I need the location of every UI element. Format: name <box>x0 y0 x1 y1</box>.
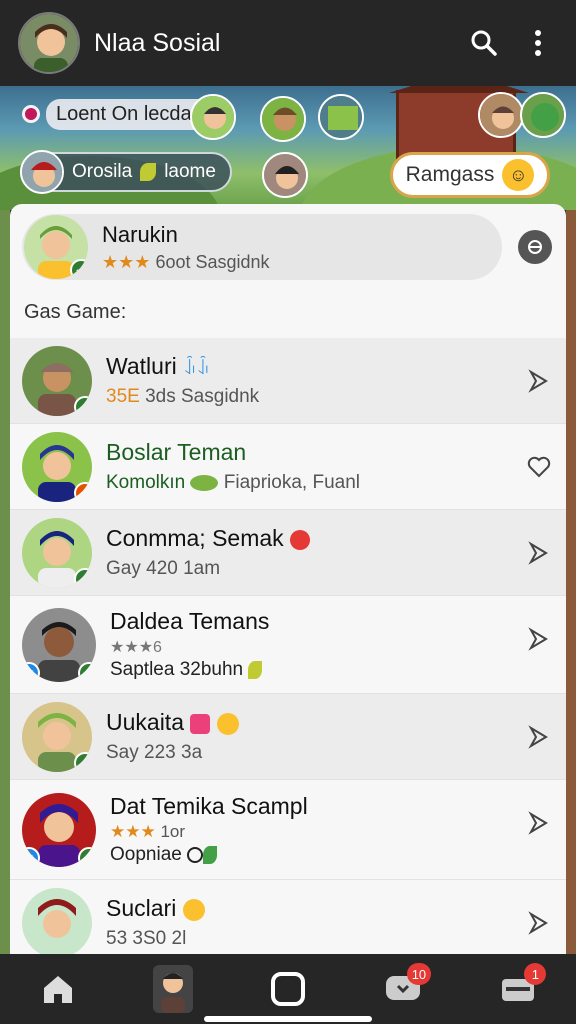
friend-tag: ꀭꀭ <box>183 359 210 378</box>
smile-icon: ☺ <box>502 159 535 191</box>
friend-avatar <box>22 345 92 416</box>
leaf-icon <box>140 163 157 181</box>
my-status: ★★★ 6oot Sasgidnk <box>102 252 270 273</box>
rangs-label: Ramgass <box>405 163 495 186</box>
friend-name: Conmma; Semak <box>106 525 566 552</box>
friend-avatar <box>22 607 96 682</box>
chevron-right-icon[interactable] <box>526 368 552 394</box>
right-edge <box>566 210 576 955</box>
list-item[interactable]: Uukaita Say 223 3a <box>10 694 566 780</box>
more-vert-icon[interactable] <box>518 23 558 63</box>
chevron-right-icon[interactable] <box>526 910 552 936</box>
friend-name: Dat Temika Scampl <box>110 793 308 819</box>
bottom-nav: 10 1 <box>0 954 576 1024</box>
home-indicator[interactable] <box>204 1016 372 1022</box>
list-item[interactable]: Suclari 53 3S0 2l <box>10 880 566 954</box>
check-icon <box>74 751 92 772</box>
friends-list: Watluri ꀭꀭ 35E 3ds Sasgidnk Boslar Teman… <box>10 338 566 954</box>
friend-status: 35E 3ds Sasgidnk <box>106 386 260 407</box>
app-title: Nlaa Sosial <box>94 28 221 57</box>
my-stars: ★★★ <box>102 251 151 272</box>
clock-icon <box>187 846 204 863</box>
check-icon <box>74 395 92 416</box>
left-edge <box>0 210 10 955</box>
friend-avatar[interactable] <box>520 92 566 138</box>
online-dot-icon <box>22 105 40 123</box>
list-item[interactable]: Daldea Temans ★★★6 Saptlea 32buhn <box>10 596 566 694</box>
messages-count-badge: 10 <box>406 963 432 985</box>
chevron-right-icon[interactable] <box>526 724 552 750</box>
list-item[interactable]: Conmma; Semak Gay 420 1am <box>10 510 566 596</box>
home-icon[interactable] <box>28 959 88 1019</box>
check-icon <box>78 846 96 867</box>
friend-name: Daldea Temans <box>110 608 270 634</box>
share-icon <box>74 481 92 502</box>
friend-avatar <box>22 887 92 954</box>
my-sub-b: Sasgidnk <box>195 251 270 272</box>
heart-icon[interactable] <box>526 454 552 480</box>
scene-banner: Loent On lecdaa Orosila laome Ramgass ☺ <box>0 86 576 210</box>
list-item[interactable]: Watluri ꀭꀭ 35E 3ds Sasgidnk <box>10 338 566 424</box>
friend-status: Gay 420 1am <box>106 558 221 579</box>
group-chip[interactable]: Orosila laome <box>20 150 232 194</box>
check-icon <box>78 661 96 682</box>
friend-status: Saptlea 32buhn <box>110 659 566 681</box>
friend-status: Say 223 3a <box>106 742 203 763</box>
friend-avatar <box>22 701 92 772</box>
chat-icon[interactable]: 10 <box>373 959 433 1019</box>
search-icon[interactable] <box>464 23 504 63</box>
chevron-right-icon[interactable] <box>526 810 552 836</box>
list-item[interactable]: Boslar Teman Komolkın Fiaprioka, Fuanl <box>10 424 566 510</box>
list-item[interactable]: Dat Temika Scampl ★★★ 1or Oopniae <box>10 780 566 880</box>
friend-name: Suclari <box>106 895 566 922</box>
smile-icon <box>182 898 205 921</box>
notifications-count-badge: 1 <box>524 963 547 985</box>
friend-avatar <box>22 431 92 502</box>
friend-avatar <box>22 792 96 867</box>
group-label-suffix: laome <box>164 161 216 182</box>
friend-name: Uukaita <box>106 709 566 736</box>
friend-avatar[interactable] <box>190 94 236 140</box>
friend-avatar[interactable] <box>262 152 308 198</box>
check-icon <box>70 259 88 279</box>
heart-emoji-icon <box>290 529 311 550</box>
my-name: Narukin <box>102 221 178 247</box>
chevron-right-icon[interactable] <box>526 540 552 566</box>
user-avatar[interactable] <box>18 12 80 74</box>
friend-stars: ★★★ 1or <box>110 822 186 841</box>
square-icon[interactable] <box>258 959 318 1019</box>
friend-status: Oopniae <box>110 844 566 866</box>
friend-status: 53 3S0 2l <box>106 928 187 949</box>
leaf-icon <box>190 474 219 491</box>
friend-stars: ★★★6 <box>110 639 162 656</box>
friend-avatar <box>22 517 92 588</box>
leaf-icon <box>248 660 263 679</box>
inbox-icon[interactable]: 1 <box>488 959 548 1019</box>
profile-icon[interactable] <box>143 959 203 1019</box>
section-title: Gas Game: <box>24 301 127 323</box>
online-label: Loent On lecdaa <box>46 98 213 130</box>
friends-panel: Narukin ★★★ 6oot Sasgidnk Gas Game: Watl… <box>10 204 566 954</box>
friend-name: Boslar Teman <box>106 439 247 465</box>
smile-icon <box>216 712 239 735</box>
settings-icon[interactable] <box>518 230 552 264</box>
friend-avatar[interactable] <box>478 92 524 138</box>
friend-name: Watluri ꀭꀭ <box>106 353 210 379</box>
group-label: Orosila <box>72 161 133 182</box>
app-bar: Nlaa Sosial <box>0 0 576 86</box>
friend-avatar[interactable] <box>260 96 306 142</box>
check-icon <box>74 567 92 588</box>
rangs-button[interactable]: Ramgass ☺ <box>390 152 550 198</box>
my-sub-a: 6oot <box>155 251 191 272</box>
friend-avatar[interactable] <box>318 94 364 140</box>
my-profile-card[interactable]: Narukin ★★★ 6oot Sasgidnk <box>22 214 502 280</box>
chevron-right-icon[interactable] <box>526 626 552 652</box>
emoji-icon <box>190 713 211 734</box>
group-avatar <box>20 150 64 194</box>
leaf-icon <box>203 845 218 864</box>
friend-status: Komolkın Fiaprioka, Fuanl <box>106 472 360 493</box>
my-avatar <box>24 215 88 279</box>
